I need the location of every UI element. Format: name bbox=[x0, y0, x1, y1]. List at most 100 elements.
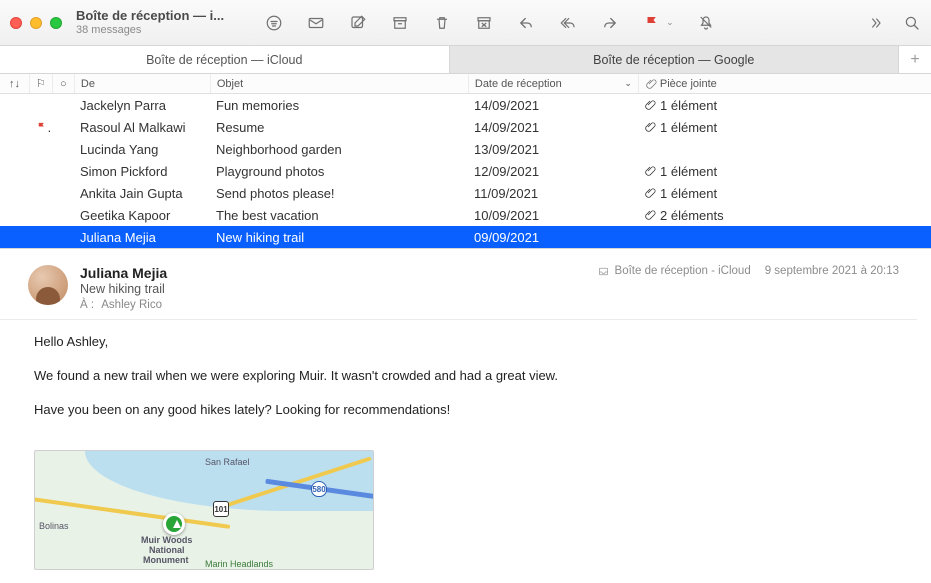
zoom-window-button[interactable] bbox=[50, 17, 62, 29]
row-subject: Fun memories bbox=[210, 98, 468, 113]
envelope-icon bbox=[306, 14, 326, 32]
row-date: 11/09/2021 bbox=[468, 186, 638, 201]
junk-icon bbox=[474, 14, 494, 32]
route-shield: 101 bbox=[213, 501, 229, 517]
window-title: Boîte de réception — i... bbox=[76, 9, 224, 24]
preview-mailbox[interactable]: Boîte de réception - iCloud bbox=[597, 265, 751, 277]
titlebar: Boîte de réception — i... 38 messages bbox=[0, 0, 931, 46]
minimize-window-button[interactable] bbox=[30, 17, 42, 29]
flag-outline-icon: ⚐ bbox=[36, 77, 46, 90]
column-read[interactable]: ○ bbox=[53, 74, 75, 93]
flag-icon bbox=[36, 121, 47, 132]
preview-subject: New hiking trail bbox=[80, 282, 597, 296]
mailbox-tabs: Boîte de réception — iCloud Boîte de réc… bbox=[0, 46, 931, 74]
search-button[interactable] bbox=[903, 14, 921, 32]
tab-label: Boîte de réception — Google bbox=[593, 53, 754, 67]
column-attachment[interactable]: Pièce jointe bbox=[639, 74, 931, 93]
column-flag[interactable]: ⚐ bbox=[30, 74, 53, 93]
chevrons-right-icon bbox=[867, 15, 885, 31]
row-date: 14/09/2021 bbox=[468, 120, 638, 135]
map-label: Bolinas bbox=[39, 521, 69, 531]
message-row[interactable]: Rasoul Al MalkawiResume14/09/2021 1 élém… bbox=[0, 116, 931, 138]
message-list: Jackelyn ParraFun memories14/09/2021 1 é… bbox=[0, 94, 931, 248]
window-title-block: Boîte de réception — i... 38 messages bbox=[76, 9, 224, 37]
map-pin-icon bbox=[163, 513, 185, 535]
header-label: Objet bbox=[217, 78, 243, 90]
filter-icon bbox=[264, 14, 284, 32]
mute-button[interactable] bbox=[696, 14, 716, 32]
message-row[interactable]: Jackelyn ParraFun memories14/09/2021 1 é… bbox=[0, 94, 931, 116]
filter-button[interactable] bbox=[264, 14, 284, 32]
row-subject: New hiking trail bbox=[210, 230, 468, 245]
header-label: Pièce jointe bbox=[660, 78, 717, 90]
row-subject: Neighborhood garden bbox=[210, 142, 468, 157]
forward-button[interactable] bbox=[600, 14, 620, 32]
plus-icon: + bbox=[910, 51, 919, 69]
message-row[interactable]: Ankita Jain GuptaSend photos please!11/0… bbox=[0, 182, 931, 204]
tab-inbox-google[interactable]: Boîte de réception — Google bbox=[450, 46, 900, 73]
archive-icon bbox=[390, 14, 410, 32]
row-attachment: 2 éléments bbox=[638, 208, 931, 223]
header-label: Date de réception bbox=[475, 78, 562, 90]
message-row[interactable]: Lucinda YangNeighborhood garden13/09/202… bbox=[0, 138, 931, 160]
preview-to-line: À : Ashley Rico bbox=[80, 299, 597, 311]
to-name[interactable]: Ashley Rico bbox=[101, 299, 162, 311]
paperclip-icon bbox=[644, 99, 656, 111]
flag-icon bbox=[642, 14, 662, 32]
message-row[interactable]: Simon PickfordPlayground photos12/09/202… bbox=[0, 160, 931, 182]
column-sort[interactable]: ↑↓ bbox=[0, 74, 30, 93]
reply-button[interactable] bbox=[516, 14, 536, 32]
reply-all-button[interactable] bbox=[558, 14, 578, 32]
message-row[interactable]: Juliana MejiaNew hiking trail09/09/2021 bbox=[0, 226, 931, 248]
chevron-down-icon: ⌄ bbox=[666, 17, 674, 28]
close-window-button[interactable] bbox=[10, 17, 22, 29]
new-tab-button[interactable]: + bbox=[899, 46, 931, 73]
row-from: Ankita Jain Gupta bbox=[74, 186, 210, 201]
delete-button[interactable] bbox=[432, 14, 452, 32]
row-attachment: 1 élément bbox=[638, 186, 931, 201]
sender-avatar[interactable] bbox=[28, 265, 68, 305]
header-label: De bbox=[81, 78, 95, 90]
sort-icon: ↑↓ bbox=[9, 78, 20, 90]
window-controls bbox=[10, 17, 62, 29]
row-attachment: 1 élément bbox=[638, 98, 931, 113]
message-row[interactable]: Geetika KapoorThe best vacation10/09/202… bbox=[0, 204, 931, 226]
body-paragraph: Hello Ashley, bbox=[34, 332, 905, 352]
preview-header-right: Boîte de réception - iCloud 9 septembre … bbox=[597, 265, 899, 311]
archive-button[interactable] bbox=[390, 14, 410, 32]
column-subject[interactable]: Objet bbox=[211, 74, 469, 93]
bell-off-icon bbox=[696, 14, 716, 32]
junk-button[interactable] bbox=[474, 14, 494, 32]
row-flag-cell[interactable] bbox=[30, 120, 52, 135]
window-subtitle: 38 messages bbox=[76, 24, 224, 37]
preview-datetime: 9 septembre 2021 à 20:13 bbox=[765, 265, 899, 277]
preview-body: Hello Ashley, We found a new trail when … bbox=[0, 320, 931, 446]
row-from: Rasoul Al Malkawi bbox=[74, 120, 210, 135]
flag-button[interactable]: ⌄ bbox=[642, 14, 674, 32]
map-label: National bbox=[149, 545, 185, 555]
column-date[interactable]: Date de réception ⌄ bbox=[469, 74, 639, 93]
row-date: 12/09/2021 bbox=[468, 164, 638, 179]
column-from[interactable]: De bbox=[75, 74, 211, 93]
tab-label: Boîte de réception — iCloud bbox=[146, 53, 302, 67]
compose-button[interactable] bbox=[348, 14, 368, 32]
more-button[interactable] bbox=[867, 15, 885, 31]
paperclip-icon bbox=[644, 209, 656, 221]
column-headers: ↑↓ ⚐ ○ De Objet Date de réception ⌄ Pièc… bbox=[0, 74, 931, 94]
tab-inbox-icloud[interactable]: Boîte de réception — iCloud bbox=[0, 46, 450, 73]
row-subject: The best vacation bbox=[210, 208, 468, 223]
shield-label: 580 bbox=[312, 485, 325, 494]
reply-all-icon bbox=[558, 14, 578, 32]
to-label: À : bbox=[80, 299, 94, 311]
row-subject: Send photos please! bbox=[210, 186, 468, 201]
body-paragraph: We found a new trail when we were explor… bbox=[34, 366, 905, 386]
new-message-button[interactable] bbox=[306, 14, 326, 32]
map-attachment[interactable]: 101 580 San Rafael Bolinas Muir Woods Na… bbox=[34, 450, 374, 570]
row-subject: Resume bbox=[210, 120, 468, 135]
preview-mailbox-label: Boîte de réception - iCloud bbox=[615, 265, 751, 277]
row-attachment: 1 élément bbox=[638, 120, 931, 135]
body-paragraph: Have you been on any good hikes lately? … bbox=[34, 400, 905, 420]
map-label: San Rafael bbox=[205, 457, 250, 467]
toolbar: ⌄ bbox=[264, 14, 716, 32]
row-subject: Playground photos bbox=[210, 164, 468, 179]
